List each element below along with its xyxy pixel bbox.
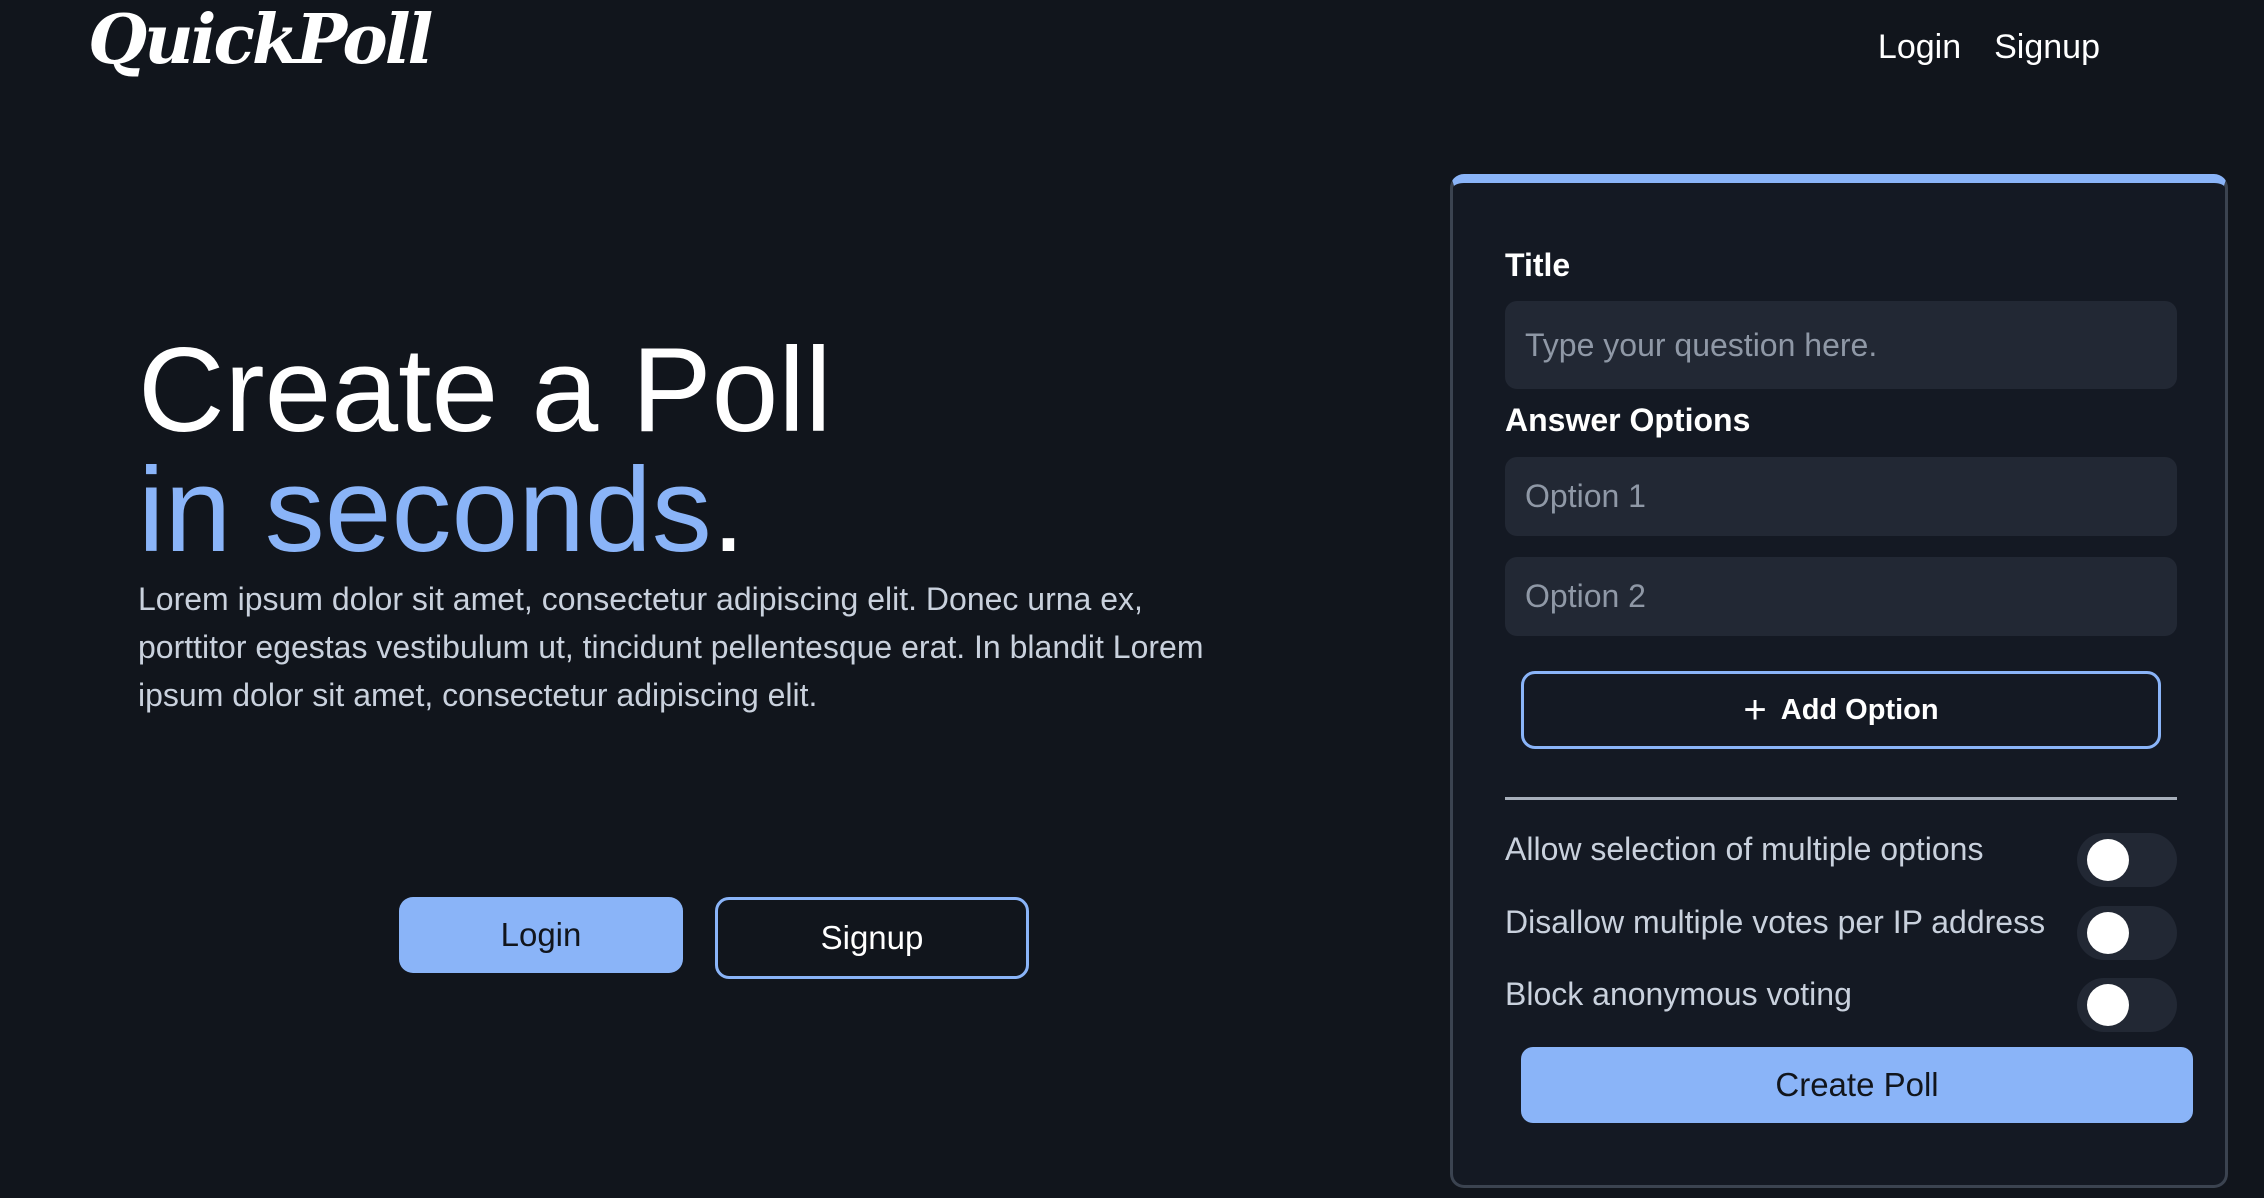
setting-multiple-options: Allow selection of multiple options (1505, 831, 2177, 887)
hero-description: Lorem ipsum dolor sit amet, consectetur … (138, 581, 1204, 713)
hero-title: Create a Poll in seconds. (138, 330, 832, 570)
title-label: Title (1505, 247, 1571, 283)
top-nav: Login Signup (1878, 28, 2100, 67)
toggle-knob (2087, 984, 2129, 1026)
hero-title-accent: in seconds (138, 443, 712, 577)
add-option-label: Add Option (1780, 693, 1939, 726)
poll-title-input[interactable] (1505, 301, 2177, 389)
form-divider (1505, 797, 2177, 800)
option-1-input[interactable] (1505, 457, 2177, 536)
option-2-input[interactable] (1505, 557, 2177, 636)
create-poll-card: Title Answer Options + Add Option Allow … (1450, 174, 2228, 1188)
quickpoll-logo: QuickPoll (88, 0, 433, 80)
setting-anonymous-voting: Block anonymous voting (1505, 976, 2177, 1032)
nav-signup-link[interactable]: Signup (1994, 28, 2100, 67)
setting-label: Disallow multiple votes per IP address (1505, 904, 2046, 940)
hero-title-period: . (711, 443, 746, 577)
setting-label: Block anonymous voting (1505, 976, 1852, 1012)
hero-title-line1: Create a Poll (138, 323, 832, 457)
answer-options-label: Answer Options (1505, 402, 1751, 438)
hero-login-button[interactable]: Login (399, 897, 683, 973)
setting-ip-votes: Disallow multiple votes per IP address (1505, 904, 2177, 960)
setting-label: Allow selection of multiple options (1505, 831, 1984, 867)
toggle-knob (2087, 839, 2129, 881)
ip-votes-toggle[interactable] (2077, 906, 2177, 960)
multiple-options-toggle[interactable] (2077, 833, 2177, 887)
anonymous-voting-toggle[interactable] (2077, 978, 2177, 1032)
toggle-knob (2087, 912, 2129, 954)
plus-icon: + (1743, 688, 1767, 732)
add-option-button[interactable]: + Add Option (1521, 671, 2161, 749)
create-poll-button[interactable]: Create Poll (1521, 1047, 2193, 1123)
hero-signup-button[interactable]: Signup (715, 897, 1029, 979)
nav-login-link[interactable]: Login (1878, 28, 1961, 67)
